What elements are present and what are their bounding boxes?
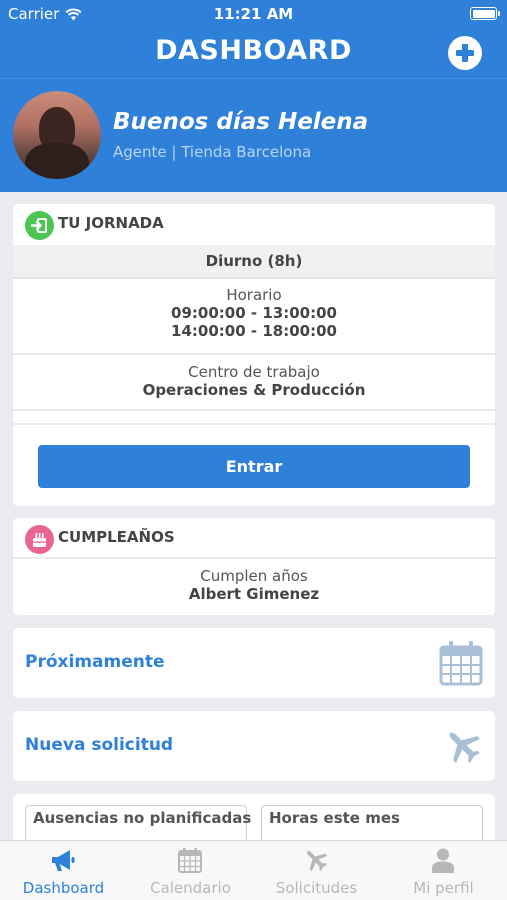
tab-calendario[interactable]: Calendario <box>127 841 254 900</box>
calendar-icon <box>439 641 483 686</box>
birthday-label: Cumplen años <box>200 567 308 585</box>
workplace-row: Centro de trabajo Operaciones & Producci… <box>13 355 495 411</box>
schedule-label: Horario <box>226 286 282 304</box>
schedule-morning: 09:00:00 - 13:00:00 <box>171 304 337 322</box>
tab-label-mi-perfil: Mi perfil <box>413 879 474 897</box>
tab-dashboard[interactable]: Dashboard <box>0 841 127 900</box>
hours-this-month-label: Horas este mes <box>269 809 400 827</box>
profile-header: Buenos días Helena Agente | Tienda Barce… <box>0 78 507 192</box>
birthday-row: Cumplen años Albert Gimenez <box>13 559 495 603</box>
tab-label-solicitudes: Solicitudes <box>275 879 358 897</box>
tab-mi-perfil[interactable]: Mi perfil <box>380 841 507 900</box>
unplanned-absences-label: Ausencias no planificadas <box>33 809 252 827</box>
battery-icon <box>470 7 500 20</box>
add-button[interactable] <box>448 36 482 70</box>
birthdays-card-header: CUMPLEAÑOS <box>13 518 495 559</box>
tab-label-calendario: Calendario <box>150 879 231 897</box>
workday-card-header: TU JORNADA <box>13 204 495 245</box>
avatar[interactable] <box>13 91 101 179</box>
upcoming-card[interactable]: Próximamente <box>13 628 495 698</box>
navigation-bar: DASHBOARD <box>0 28 507 78</box>
greeting-text: Buenos días Helena <box>113 109 369 135</box>
calendar-icon <box>178 848 202 873</box>
megaphone-icon <box>52 850 75 871</box>
schedule-afternoon: 14:00:00 - 18:00:00 <box>171 322 337 340</box>
new-request-card[interactable]: Nueva solicitud <box>13 711 495 781</box>
airplane-icon <box>307 851 328 872</box>
workday-title: TU JORNADA <box>58 214 164 232</box>
shift-row: Diurno (8h) <box>13 245 495 279</box>
user-role: Agente | Tienda Barcelona <box>113 143 312 161</box>
tab-label-dashboard: Dashboard <box>22 879 105 897</box>
cake-icon <box>25 525 54 554</box>
workday-card: TU JORNADA Diurno (8h) Horario 09:00:00 … <box>13 204 495 506</box>
clock: 11:21 AM <box>213 5 294 23</box>
birthdays-title: CUMPLEAÑOS <box>58 528 175 546</box>
upcoming-label: Próximamente <box>25 652 165 672</box>
status-bar: Carrier 11:21 AM <box>0 0 507 28</box>
new-request-label: Nueva solicitud <box>25 735 174 755</box>
empty-row <box>13 411 495 425</box>
schedule-row: Horario 09:00:00 - 13:00:00 14:00:00 - 1… <box>13 279 495 355</box>
tab-solicitudes[interactable]: Solicitudes <box>253 841 380 900</box>
workplace-name: Operaciones & Producción <box>142 381 366 399</box>
user-icon <box>432 848 454 873</box>
workplace-label: Centro de trabajo <box>188 363 320 381</box>
birthdays-card: CUMPLEAÑOS Cumplen años Albert Gimenez <box>13 518 495 615</box>
tab-bar: Dashboard Calendario Solicitudes Mi perf… <box>0 840 507 900</box>
shift-type: Diurno (8h) <box>205 252 303 270</box>
birthday-name: Albert Gimenez <box>188 585 320 603</box>
clock-in-icon <box>25 211 54 240</box>
page-title: DASHBOARD <box>155 35 352 66</box>
enter-button[interactable]: Entrar <box>38 445 470 488</box>
airplane-icon <box>449 732 480 763</box>
